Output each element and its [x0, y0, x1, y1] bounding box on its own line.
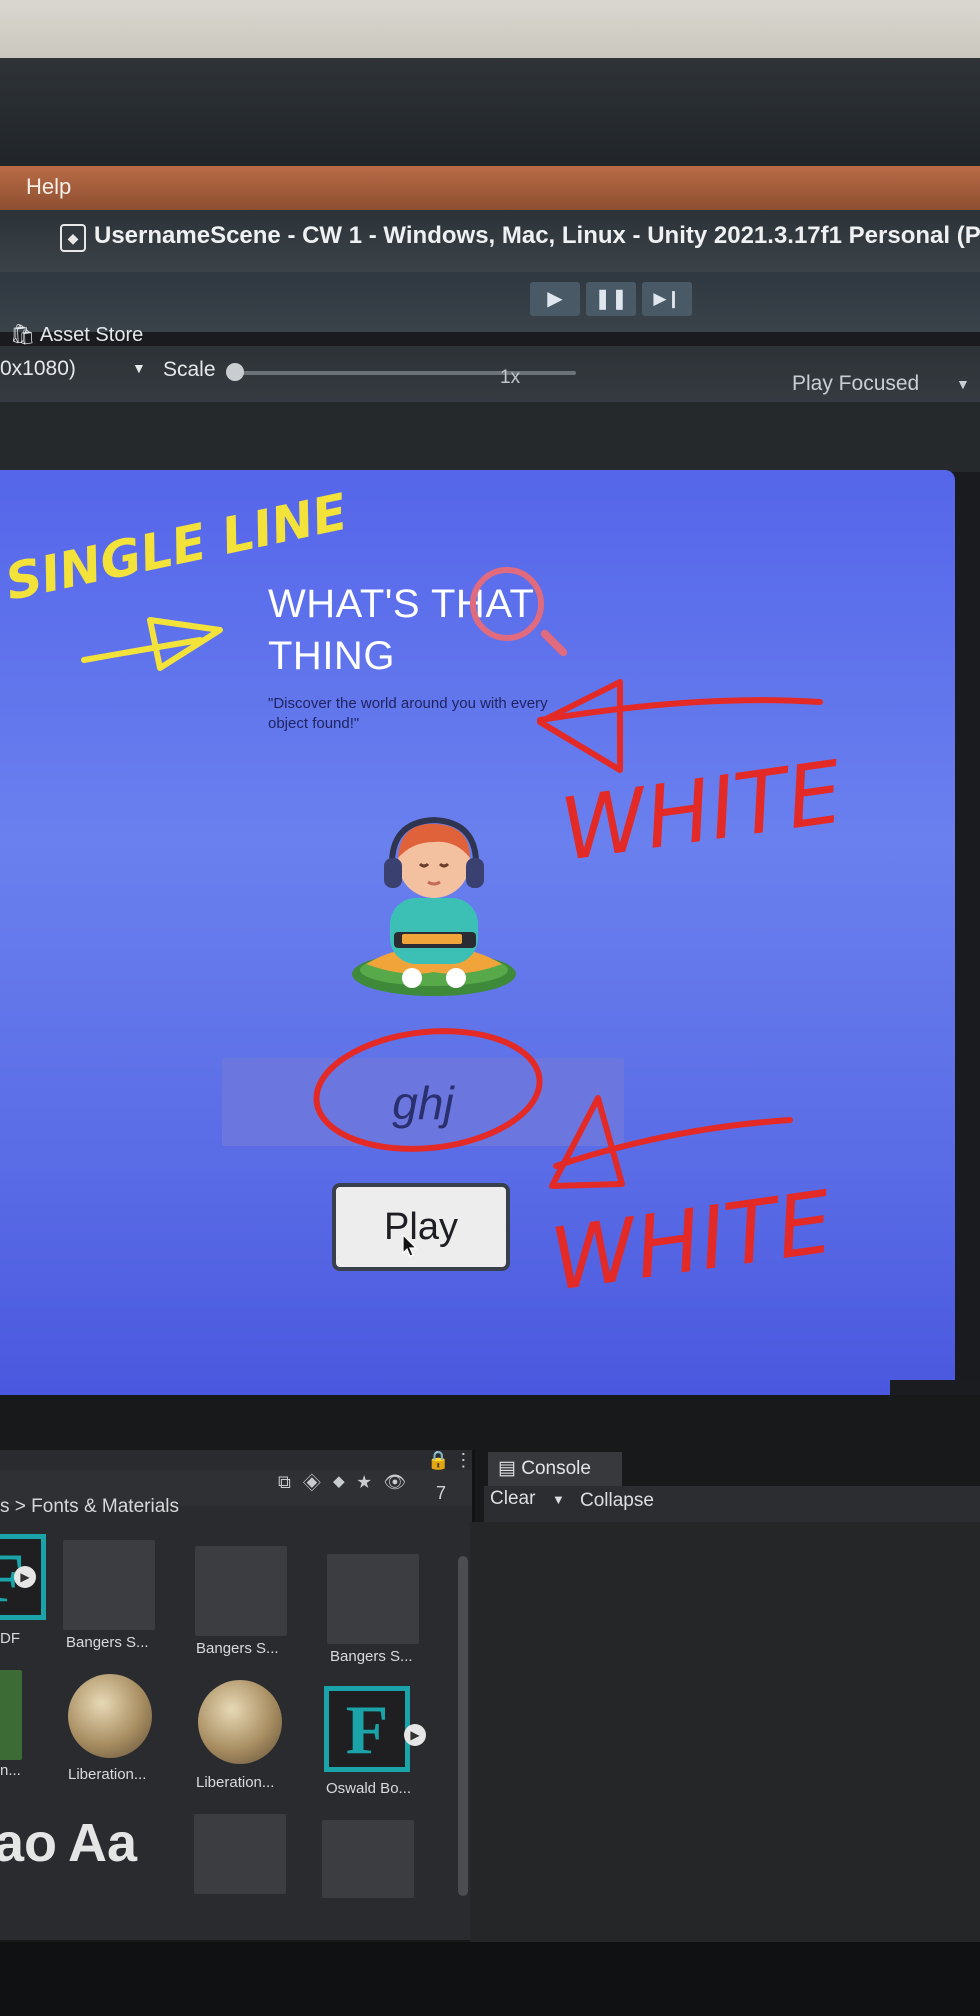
- material-asset-tile[interactable]: [195, 1546, 287, 1636]
- search-by-type-icon[interactable]: ⧉: [278, 1472, 303, 1492]
- unity-scene-icon: ◆: [60, 224, 86, 252]
- clear-button[interactable]: Clear: [490, 1488, 535, 1510]
- asset-store-tab[interactable]: 🛍 Asset Store: [10, 322, 143, 347]
- console-log-area: [470, 1522, 980, 1942]
- resolution-dropdown[interactable]: 0x1080): [0, 357, 76, 381]
- asset-label: Oswald Bo...: [326, 1780, 412, 1797]
- project-breadcrumb[interactable]: s > Fonts & Materials: [0, 1496, 179, 1518]
- caret-down-icon[interactable]: ▼: [956, 376, 970, 392]
- scale-slider-track[interactable]: [236, 371, 576, 375]
- texture-asset-tile[interactable]: [194, 1814, 286, 1894]
- console-tab-label: Console: [521, 1458, 591, 1479]
- step-button[interactable]: ▶❙: [642, 282, 692, 316]
- asset-label: Liberation...: [196, 1774, 275, 1791]
- star-icon[interactable]: ★: [357, 1472, 384, 1492]
- main-toolbar: [0, 272, 980, 332]
- asset-label: DF: [0, 1630, 20, 1647]
- asset-store-label: Asset Store: [39, 324, 144, 346]
- font-atlas-sphere-icon[interactable]: [198, 1680, 282, 1764]
- collapse-button[interactable]: Collapse: [580, 1490, 654, 1512]
- asset-label: Bangers S...: [66, 1634, 149, 1651]
- caret-down-icon[interactable]: ▼: [552, 1492, 565, 1507]
- font-file-icon[interactable]: ao: [0, 1812, 57, 1874]
- window-title: UsernameScene - CW 1 - Windows, Mac, Lin…: [94, 222, 980, 249]
- tab-console[interactable]: ▤ Console: [488, 1452, 622, 1486]
- texture-asset-tile[interactable]: [322, 1820, 414, 1898]
- console-icon: ▤: [498, 1458, 522, 1479]
- monitor-bezel: [0, 58, 980, 168]
- expand-arrow-icon[interactable]: ▶: [404, 1724, 426, 1746]
- material-asset-tile[interactable]: [327, 1554, 419, 1644]
- play-focused-dropdown[interactable]: Play Focused: [792, 372, 919, 396]
- photo-background-wall: [0, 0, 980, 62]
- asset-label: Bangers S...: [330, 1648, 413, 1665]
- annotation-single-line: SINGLE LINE: [0, 490, 352, 612]
- annotation-white-2: WHITE: [545, 1172, 839, 1310]
- game-view-letterbox: [0, 402, 980, 472]
- scale-slider-handle[interactable]: [226, 363, 244, 381]
- hidden-eye-icon[interactable]: 👁: [383, 1472, 418, 1492]
- menu-bar: [0, 166, 980, 210]
- asset-label: Bangers S...: [196, 1640, 279, 1657]
- material-asset-tile[interactable]: [63, 1540, 155, 1630]
- font-file-icon[interactable]: Aa: [68, 1812, 137, 1874]
- annotation-white-1: WHITE: [555, 742, 849, 880]
- pause-button[interactable]: ❚❚: [586, 282, 636, 316]
- project-toolbar-icons[interactable]: ⧉◈⬥★👁: [278, 1472, 418, 1493]
- font-atlas-sphere-icon[interactable]: [68, 1674, 152, 1758]
- bag-icon: 🛍: [10, 324, 40, 346]
- taskbar-strip: [0, 1942, 980, 2016]
- play-mode-button[interactable]: ▶: [530, 282, 580, 316]
- handwritten-annotations: SINGLE LINE WHITE WHITE: [0, 490, 849, 1311]
- scale-value: 1x: [500, 367, 521, 388]
- font-asset-icon[interactable]: F: [324, 1686, 410, 1772]
- scale-label: Scale: [163, 358, 216, 381]
- expand-arrow-icon[interactable]: ▶: [14, 1566, 36, 1588]
- tag-icon[interactable]: ⬥: [333, 1472, 357, 1492]
- asset-label: n...: [0, 1762, 21, 1779]
- search-by-label-icon[interactable]: ◈: [303, 1472, 333, 1492]
- caret-down-icon[interactable]: ▼: [132, 360, 146, 376]
- asset-label: Liberation...: [68, 1766, 147, 1783]
- lock-icon[interactable]: 🔒 ⋮: [427, 1450, 472, 1471]
- project-scrollbar[interactable]: [458, 1556, 468, 1896]
- green-asset-tile[interactable]: [0, 1670, 22, 1760]
- menu-help[interactable]: Help: [26, 174, 71, 200]
- hidden-count: 7: [436, 1483, 447, 1503]
